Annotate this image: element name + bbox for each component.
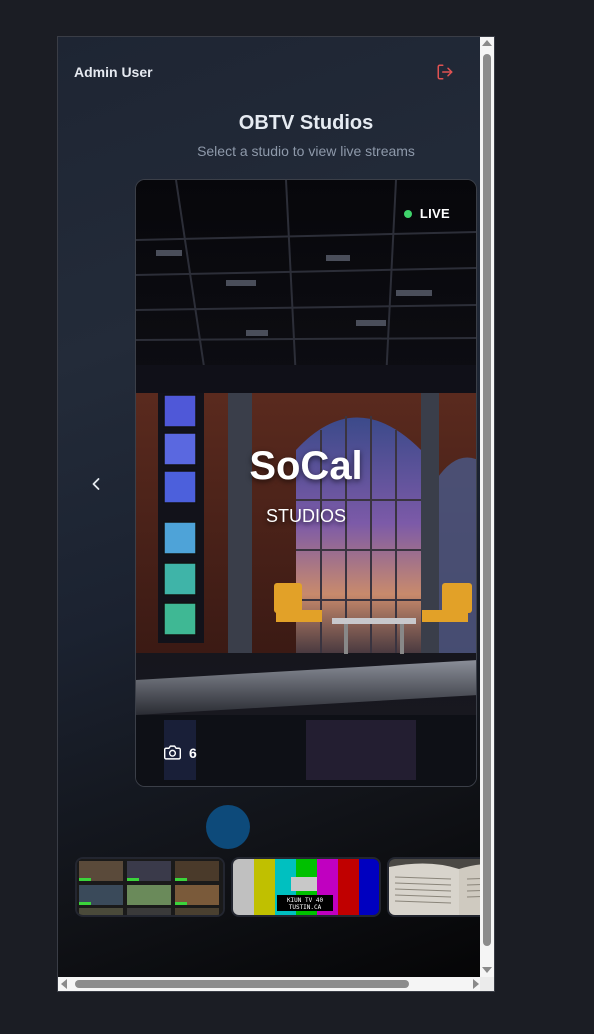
logout-icon[interactable] xyxy=(436,63,454,81)
app-viewport: Admin User OBTV Studios Select a studio … xyxy=(58,37,482,979)
scroll-right-icon[interactable] xyxy=(473,979,479,989)
browser-window: Admin User OBTV Studios Select a studio … xyxy=(57,36,495,992)
user-name: Admin User xyxy=(74,64,153,80)
page-title: OBTV Studios xyxy=(238,112,374,134)
page-subtitle: Select a studio to view live streams xyxy=(197,143,415,159)
multiview-image xyxy=(77,859,223,915)
chevron-left-icon[interactable] xyxy=(86,474,106,494)
top-bar: Admin User xyxy=(74,64,442,84)
open-book-image xyxy=(389,859,482,915)
live-label: LIVE xyxy=(419,206,450,221)
color-bars-image: KIUN TV 40 TUSTIN.CA xyxy=(233,859,379,915)
scrollbar-corner xyxy=(480,977,494,991)
thumb-caption-line2: TUSTIN.CA xyxy=(289,904,322,911)
thumbnail-color-bars[interactable]: KIUN TV 40 TUSTIN.CA xyxy=(231,857,381,917)
studio-tagline: STUDIOS xyxy=(265,506,346,526)
scroll-left-icon[interactable] xyxy=(61,979,67,989)
vertical-scroll-thumb[interactable] xyxy=(483,54,491,946)
thumbnail-multiview[interactable] xyxy=(75,857,225,917)
horizontal-scrollbar[interactable] xyxy=(58,977,482,991)
scroll-up-icon[interactable] xyxy=(482,40,492,46)
thumbnail-strip: KIUN TV 40 TUSTIN.CA xyxy=(75,857,482,917)
horizontal-scroll-thumb[interactable] xyxy=(75,980,409,988)
thumb-caption-line1: KIUN TV 40 xyxy=(287,897,324,904)
live-badge: LIVE xyxy=(403,206,450,221)
camera-count: 6 xyxy=(164,744,197,761)
carousel-indicator[interactable] xyxy=(206,805,250,849)
studio-name: SoCal xyxy=(249,444,363,488)
camera-count-value: 6 xyxy=(189,744,197,761)
thumbnail-book[interactable] xyxy=(387,857,482,917)
studio-card[interactable]: LIVE SoCal STUDIOS 6 xyxy=(135,179,477,787)
camera-icon xyxy=(164,745,181,760)
scroll-down-icon[interactable] xyxy=(482,967,492,973)
live-indicator-dot xyxy=(403,209,412,218)
vertical-scrollbar[interactable] xyxy=(480,37,494,979)
